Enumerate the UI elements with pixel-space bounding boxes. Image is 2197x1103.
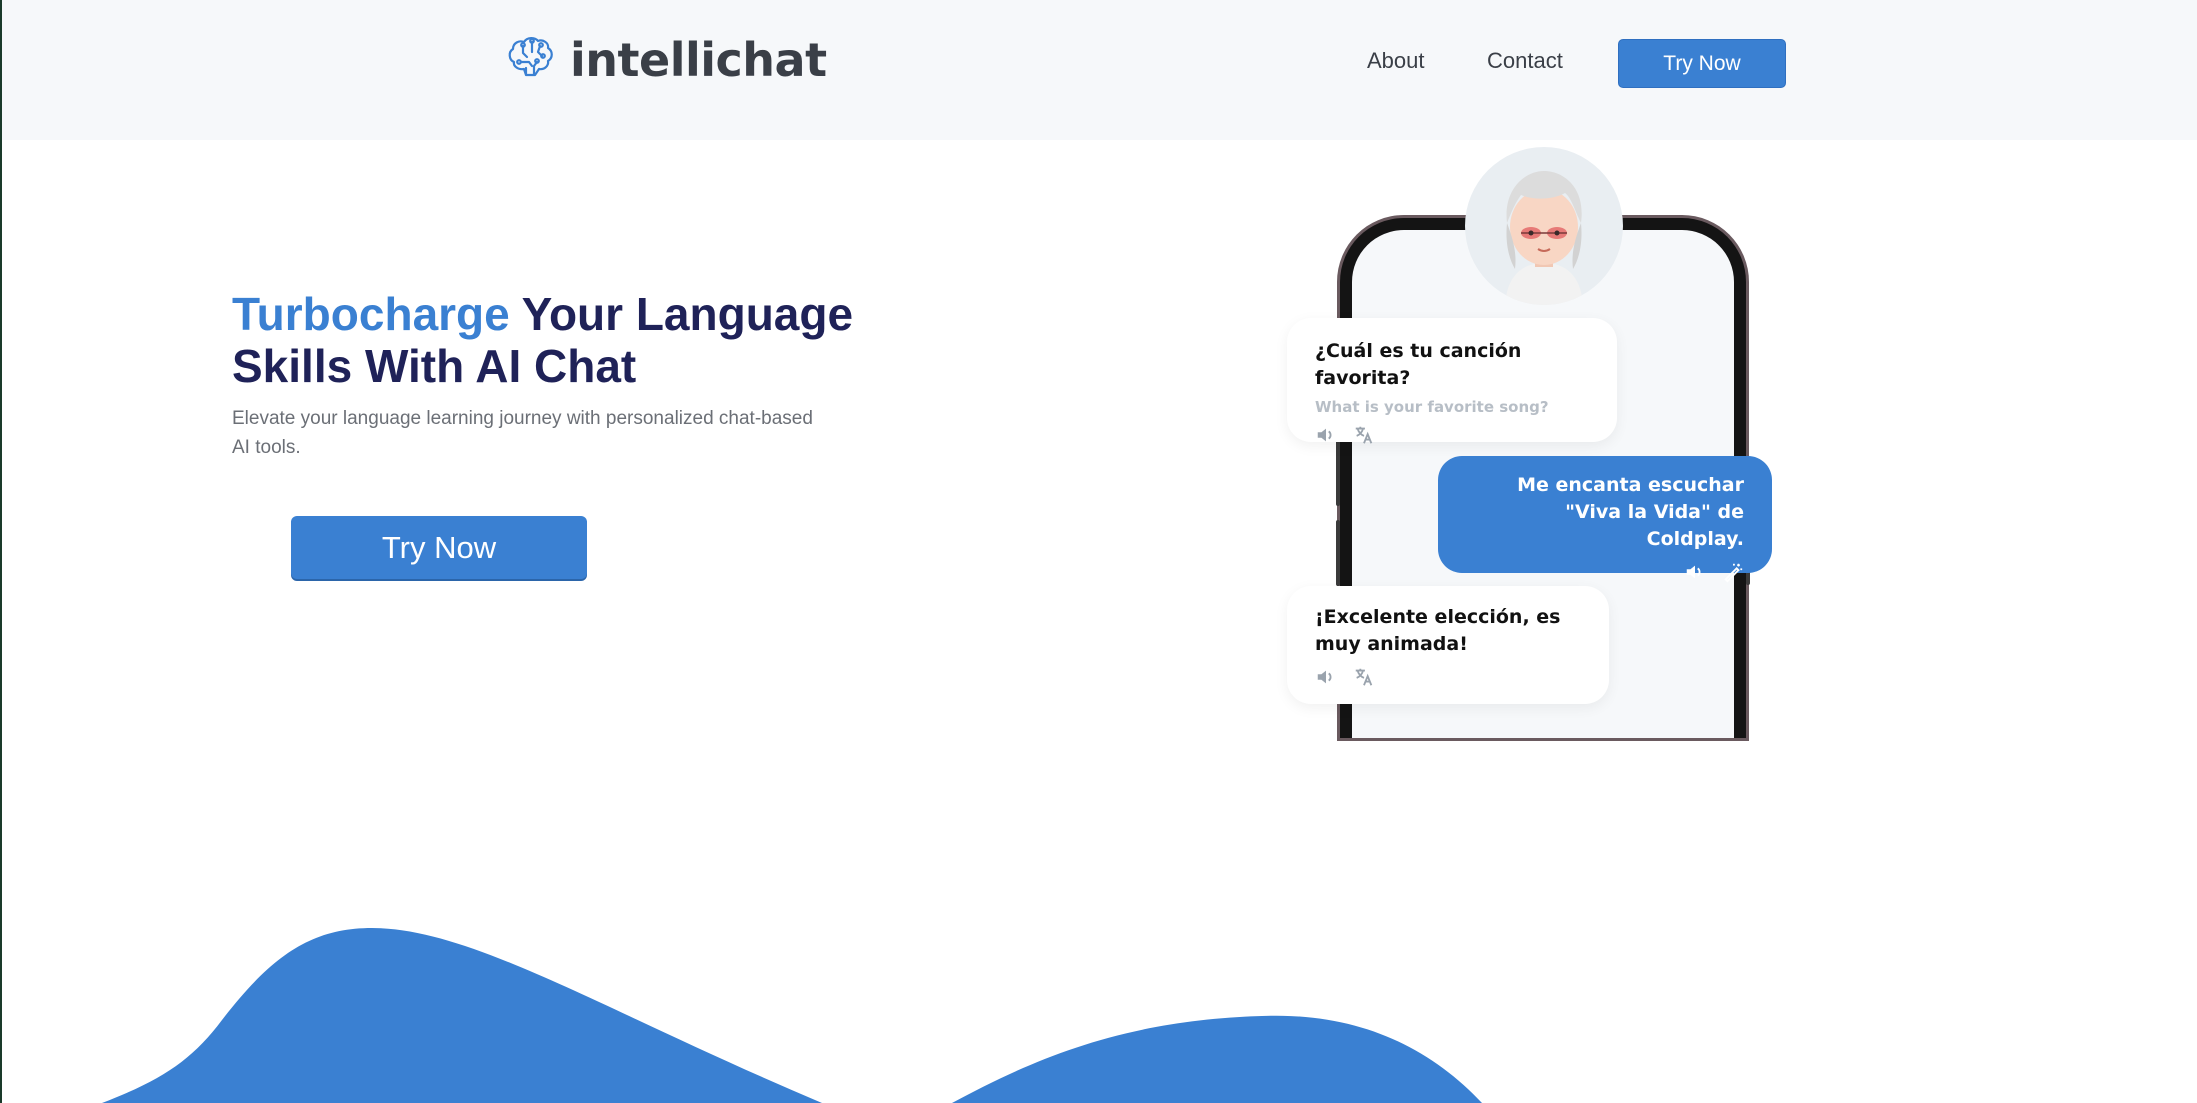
- header-try-now-button[interactable]: Try Now: [1618, 39, 1786, 88]
- brand-logo[interactable]: intellichat: [504, 30, 827, 90]
- chat-bubble-user: Me encanta escuchar "Viva la Vida" de Co…: [1438, 456, 1772, 583]
- phone-side-button: [1336, 440, 1340, 506]
- translate-icon[interactable]: [1353, 424, 1375, 446]
- hero-title: Turbocharge Your Language Skills With AI…: [232, 288, 872, 392]
- brand-name: intellichat: [570, 33, 827, 87]
- tutor-avatar: [1465, 147, 1623, 305]
- chat-bubble-tutor: ¡Excelente elección, es muy animada!: [1287, 586, 1609, 704]
- hero-subtitle: Elevate your language learning journey w…: [232, 408, 813, 458]
- nav-about-link[interactable]: About: [1367, 48, 1425, 74]
- chat-message-text: ¿Cuál es tu canción favorita?: [1315, 340, 1522, 389]
- nav-contact-link[interactable]: Contact: [1487, 48, 1563, 74]
- chat-bubble-tutor: ¿Cuál es tu canción favorita? What is yo…: [1287, 318, 1617, 444]
- top-header: intellichat About Contact Try Now: [2, 0, 2197, 140]
- chat-message-translation: What is your favorite song?: [1315, 398, 1549, 416]
- chat-message-text: Me encanta escuchar "Viva la Vida" de Co…: [1517, 474, 1744, 550]
- phone-side-button: [1336, 520, 1340, 586]
- speaker-icon[interactable]: [1315, 666, 1337, 688]
- hero-title-accent: Turbocharge: [232, 288, 510, 340]
- hero-try-now-button[interactable]: Try Now: [291, 516, 587, 579]
- decorative-waves: [102, 928, 1482, 1103]
- brain-circuit-icon: [508, 37, 553, 77]
- speaker-icon[interactable]: [1315, 424, 1337, 446]
- magic-wand-icon[interactable]: [1722, 561, 1744, 583]
- translate-icon[interactable]: [1353, 666, 1375, 688]
- speaker-icon[interactable]: [1684, 561, 1706, 583]
- chat-message-text: ¡Excelente elección, es muy animada!: [1315, 606, 1561, 655]
